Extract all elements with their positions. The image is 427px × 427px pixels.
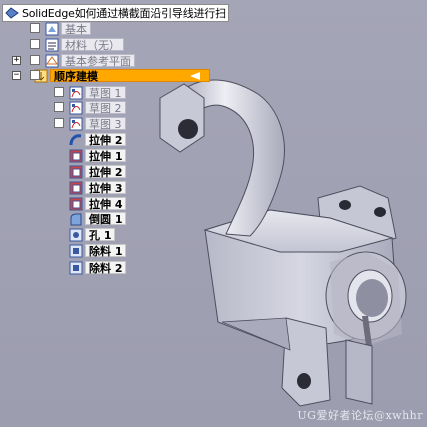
round-icon [70,213,82,225]
extrude-icon [69,165,83,178]
extrude-icon [69,181,83,194]
tree-node-label: 草图 3 [85,117,126,131]
tree-node-label: 基本参考平面 [61,54,135,68]
watermark: UG爱好者论坛@xwhhr [297,409,423,422]
tree-node[interactable]: 倒圆 1 [68,211,127,226]
tree-node[interactable]: 草图 3 [54,116,126,131]
tree-node-checkbox[interactable] [30,23,40,33]
tree-node-label: 除料 1 [85,244,127,258]
tree-root-label: SolidEdge如何通过横截面沿引导线进行扫 [22,7,226,20]
tree-node[interactable]: − 顺序建模 [12,68,210,83]
tree-node[interactable]: 拉伸 3 [68,180,127,195]
tree-node[interactable]: 孔 1 [68,227,116,242]
tree-node-checkbox[interactable] [30,39,40,49]
tree-node-label: 材料（无） [61,38,124,52]
tree-node-label: 顺序建模 [50,69,210,83]
graphics-viewport[interactable]: SolidEdge如何通过横截面沿引导线进行扫 基本材料（无） + 基本参考平面 − 顺… [0,0,427,427]
sweep-icon [69,133,82,145]
tree-node-label: 拉伸 2 [85,165,127,179]
tree-root-title[interactable]: SolidEdge如何通过横截面沿引导线进行扫 [2,4,229,22]
base-icon [45,22,59,35]
tree-node-label: 拉伸 1 [85,149,127,163]
material-icon [45,38,59,51]
cutout-icon [69,244,83,257]
tree-node-label: 草图 2 [85,101,126,115]
tree-node[interactable]: + 基本参考平面 [12,53,135,68]
tree-node-label: 基本 [61,22,91,36]
tree-node-checkbox[interactable] [54,102,64,112]
tree-node[interactable]: 拉伸 4 [68,196,127,211]
tree-node[interactable]: 草图 1 [54,85,126,100]
tree-node-label: 草图 1 [85,86,126,100]
tree-node-checkbox[interactable] [30,55,40,65]
extrude-icon [69,197,83,210]
tree-node[interactable]: 拉伸 2 [68,164,127,179]
flange-hole-icon [339,200,351,210]
expand-icon[interactable]: + [12,56,21,65]
tree-node-label: 拉伸 4 [85,197,127,211]
tree-node-label: 孔 1 [85,228,116,242]
reference-planes-icon [45,54,59,67]
tree-node[interactable]: 草图 2 [54,100,126,115]
part-document-icon [5,7,19,19]
hole-icon [69,228,83,241]
tree-node-checkbox[interactable] [54,118,64,128]
eye-hole-icon [178,119,198,139]
collapse-icon[interactable]: − [12,71,21,80]
cutout-icon [69,261,83,274]
sketch-icon [69,117,83,130]
tree-node[interactable]: 除料 1 [68,243,127,258]
tree-node[interactable]: 除料 2 [68,260,127,275]
tree-node-checkbox[interactable] [30,70,40,80]
tree-node-checkbox[interactable] [54,87,64,97]
tree-node-label: 拉伸 3 [85,181,127,195]
tree-node[interactable]: 拉伸 2 [68,132,127,147]
sketch-icon [69,86,83,99]
tree-node-label: 除料 2 [85,261,127,275]
tree-node[interactable]: 拉伸 1 [68,148,127,163]
tree-node-label: 倒圆 1 [85,212,127,226]
tree-node[interactable]: 材料（无） [30,37,124,52]
extrude-icon [69,149,83,162]
tree-node-label: 拉伸 2 [85,133,127,147]
sketch-icon [69,101,83,114]
rollback-arrow-icon[interactable] [188,71,202,81]
tree-node[interactable]: 基本 [30,21,91,36]
